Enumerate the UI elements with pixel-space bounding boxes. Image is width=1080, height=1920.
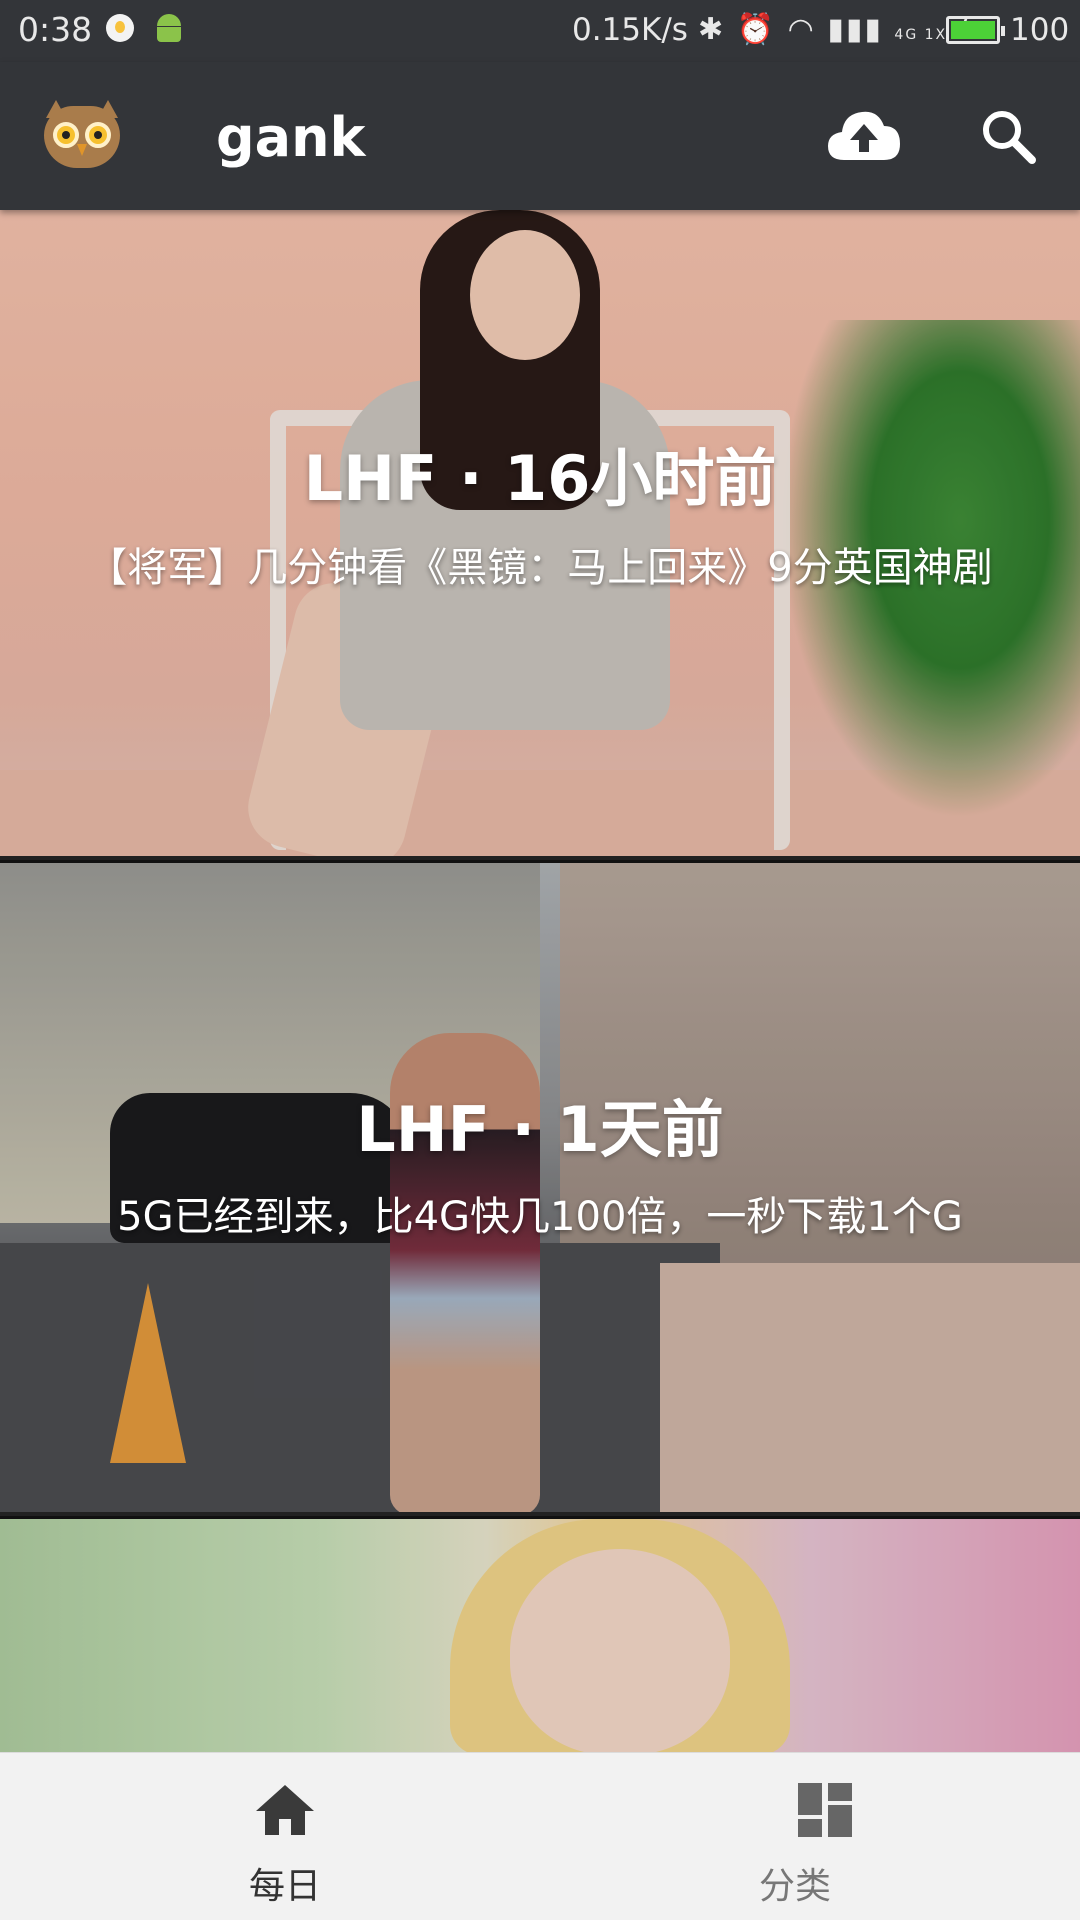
category-icon	[798, 1783, 852, 1837]
card-title: 【将军】几分钟看《黑镜：马上回来》9分英国神剧	[87, 545, 993, 591]
signal-icon: ▮▮▮	[827, 12, 883, 47]
search-icon[interactable]	[978, 106, 1038, 166]
app-toolbar: gank	[0, 62, 1080, 210]
card-meta: LHF · 16小时前	[303, 442, 777, 515]
nav-label-daily: 每日	[248, 1866, 321, 1907]
card-title: 5G已经到来，比4G快几100倍，一秒下载1个G	[117, 1194, 963, 1240]
android-notification-icon	[154, 14, 184, 42]
card-meta: LHF · 1天前	[356, 1093, 724, 1166]
battery-level: 100	[1010, 12, 1070, 48]
bulb-notification-icon	[106, 14, 134, 42]
daily-feed[interactable]: LHF · 16小时前 【将军】几分钟看《黑镜：马上回来》9分英国神剧 LHF …	[0, 210, 1080, 1752]
wifi-icon: ◠	[787, 12, 816, 47]
network-speed: 0.15K/s	[572, 12, 688, 48]
nav-label-category: 分类	[758, 1866, 831, 1907]
home-icon	[256, 1785, 314, 1835]
network-type: 4G 1X	[894, 27, 948, 43]
feed-card[interactable]	[0, 1516, 1080, 1752]
bluetooth-icon: ✱	[698, 12, 726, 47]
alarm-icon: ⏰	[736, 12, 777, 47]
cloud-upload-icon[interactable]	[826, 104, 902, 164]
status-bar: 0:38 0.15K/s ✱ ⏰ ◠ ▮▮▮ 4G 1X ϟ 100	[0, 0, 1080, 62]
feed-card[interactable]: LHF · 1天前 5G已经到来，比4G快几100倍，一秒下载1个G	[0, 860, 1080, 1512]
status-time: 0:38	[18, 10, 93, 49]
feed-card[interactable]: LHF · 16小时前 【将军】几分钟看《黑镜：马上回来》9分英国神剧	[0, 210, 1080, 856]
nav-item-daily[interactable]: 每日	[0, 1753, 540, 1920]
status-icons: ✱ ⏰ ◠ ▮▮▮ 4G 1X ϟ	[698, 12, 980, 47]
nav-item-category[interactable]: 分类	[540, 1753, 1080, 1920]
battery-icon	[946, 16, 1005, 44]
owl-logo-icon[interactable]	[44, 100, 120, 168]
bottom-navigation: 每日 分类	[0, 1752, 1080, 1920]
app-title: gank	[216, 106, 366, 169]
